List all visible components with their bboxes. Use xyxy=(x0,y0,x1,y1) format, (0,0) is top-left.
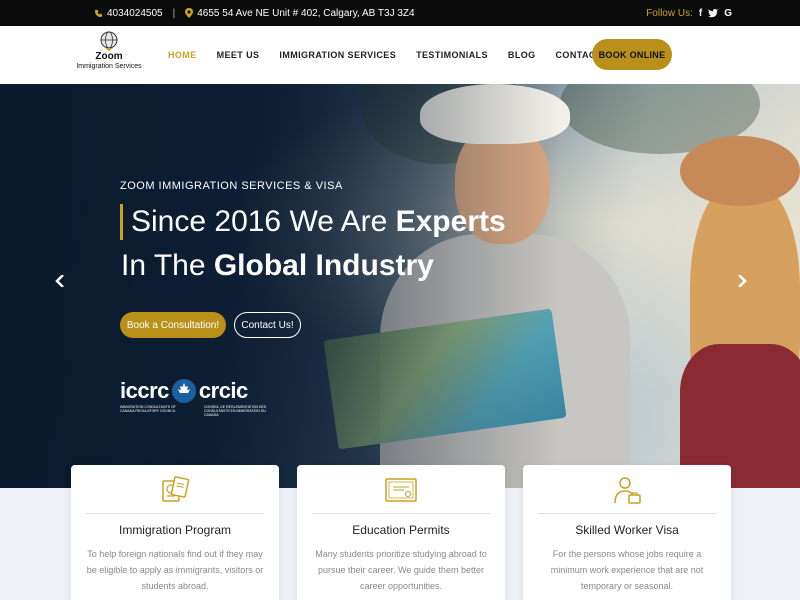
location-pin-icon xyxy=(185,8,194,18)
iccrc-small-text: IMMIGRATION CONSULTANTS OF CANADA REGULA… xyxy=(120,405,176,413)
site-logo[interactable]: Zoom Immigration Services xyxy=(72,31,146,81)
follow-us: Follow Us: f G xyxy=(646,0,732,26)
passport-icon xyxy=(162,476,190,502)
nav-testimonials[interactable]: TESTIMONIALS xyxy=(406,50,498,60)
service-card-skilled-worker[interactable]: Skilled Worker Visa For the persons whos… xyxy=(523,465,731,600)
book-consultation-button[interactable]: Book a Consultation! xyxy=(120,312,226,338)
main-nav: HOME MEET US IMMIGRATION SERVICES TESTIM… xyxy=(158,26,628,84)
hero-heading-line2: In The Global Industry xyxy=(121,248,434,284)
crcic-text: crcic xyxy=(198,378,248,403)
worker-briefcase-icon xyxy=(614,477,641,504)
service-card-education[interactable]: Education Permits Many students prioriti… xyxy=(297,465,505,600)
logo-name: Zoom xyxy=(95,51,123,62)
site-header: Zoom Immigration Services HOME MEET US I… xyxy=(0,26,800,84)
nav-home[interactable]: HOME xyxy=(158,50,207,60)
contact-info: 4034024505 | 4655 54 Ave NE Unit # 402, … xyxy=(94,0,415,26)
logo-subtitle: Immigration Services xyxy=(76,63,142,70)
card-title: Immigration Program xyxy=(118,523,232,537)
service-card-immigration[interactable]: Immigration Program To help foreign nati… xyxy=(71,465,279,600)
nav-blog[interactable]: BLOG xyxy=(498,50,546,60)
card-title: Skilled Worker Visa xyxy=(575,523,679,537)
iccrc-text: iccrc xyxy=(120,378,169,403)
hero-heading-line1-plain: Since 2016 We Are xyxy=(131,205,396,238)
card-divider xyxy=(312,513,490,514)
crcic-small-text: CONSEIL DE RÉGLEMENTATION DES CONSULTANT… xyxy=(204,405,267,417)
card-title: Education Permits xyxy=(352,523,450,537)
facebook-icon[interactable]: f xyxy=(699,8,702,19)
nav-immigration-services[interactable]: IMMIGRATION SERVICES xyxy=(269,50,406,60)
contact-us-button[interactable]: Contact Us! xyxy=(234,312,301,338)
maple-leaf-icon xyxy=(171,379,196,403)
address-text: 4655 54 Ave NE Unit # 402, Calgary, AB T… xyxy=(197,7,415,19)
hero-kicker: ZOOM IMMIGRATION SERVICES & VISA xyxy=(120,180,343,192)
card-description: For the persons whose jobs require a min… xyxy=(550,549,704,591)
card-description: To help foreign nationals find out if th… xyxy=(86,549,264,591)
card-divider xyxy=(86,513,264,514)
slider-prev-arrow-icon[interactable] xyxy=(55,274,65,290)
phone-number[interactable]: 4034024505 xyxy=(107,8,163,19)
hero-overlay xyxy=(0,84,800,488)
card-divider xyxy=(538,513,716,514)
twitter-icon[interactable] xyxy=(708,8,719,19)
hero-heading-line2-plain: In The xyxy=(121,249,214,282)
book-online-button[interactable]: BOOK ONLINE xyxy=(592,39,672,70)
top-bar: 4034024505 | 4655 54 Ave NE Unit # 402, … xyxy=(0,0,800,26)
phone-icon xyxy=(94,9,103,18)
nav-meet-us[interactable]: MEET US xyxy=(207,50,270,60)
certificate-icon xyxy=(385,478,417,502)
slider-next-arrow-icon[interactable] xyxy=(737,274,747,290)
hero-banner: ZOOM IMMIGRATION SERVICES & VISA Since 2… xyxy=(0,84,800,488)
separator: | xyxy=(172,7,176,19)
globe-logo-icon xyxy=(100,31,118,51)
google-icon[interactable]: G xyxy=(724,8,732,19)
follow-label: Follow Us: xyxy=(646,7,693,19)
hero-heading-line2-bold: Global Industry xyxy=(213,249,434,282)
social-links: f G xyxy=(699,8,732,19)
hero-heading-line1: Since 2016 We Are Experts xyxy=(120,204,506,240)
hero-heading-line1-bold: Experts xyxy=(395,205,506,238)
iccrc-badge: iccrc crcic IMMIGRATION CONSULTANTS OF C… xyxy=(120,378,270,418)
card-description: Many students prioritize studying abroad… xyxy=(315,549,487,591)
